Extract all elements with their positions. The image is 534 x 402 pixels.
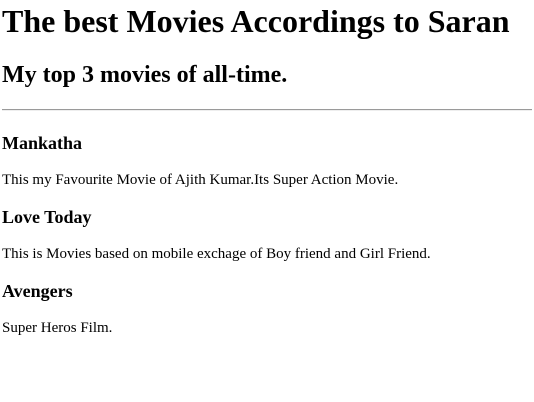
movie-item-love-today: Love Today This is Movies based on mobil… [2,206,532,263]
page: The best Movies Accordings to Saran My t… [0,0,534,402]
movie-description: Super Heros Film. [2,320,113,336]
movie-description: This is Movies based on mobile exchage o… [2,246,431,262]
movie-list: Mankatha This my Favourite Movie of Ajit… [2,132,532,337]
divider [2,109,532,111]
movie-title: Mankatha [2,133,83,153]
movie-description: This my Favourite Movie of Ajith Kumar.I… [2,172,399,188]
movie-item-avengers: Avengers Super Heros Film. [2,280,532,337]
page-title: The best Movies Accordings to Saran [2,3,510,39]
page-subtitle: My top 3 movies of all-time. [2,62,288,88]
movie-item-mankatha: Mankatha This my Favourite Movie of Ajit… [2,132,532,189]
movie-title: Avengers [2,281,73,301]
movie-title: Love Today [2,207,92,227]
